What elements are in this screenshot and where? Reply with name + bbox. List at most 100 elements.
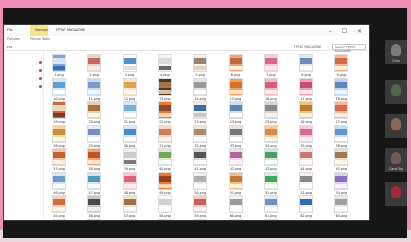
file-thumbnail[interactable]: 38.png [81,148,107,171]
file-thumbnail[interactable]: 55.png [46,195,72,218]
file-thumbnail[interactable]: 24.png [223,101,249,124]
participant-tile[interactable] [385,114,407,138]
file-thumbnail[interactable]: 37.png [46,148,72,171]
thumbnail-band [264,175,277,182]
file-thumbnail[interactable]: 14.png [187,77,213,101]
file-thumbnail[interactable]: 61.png [258,195,284,218]
file-thumbnail[interactable]: 60.png [223,195,249,218]
file-thumbnail[interactable]: 50.png [187,171,213,195]
file-thumbnail[interactable]: 2.png [81,54,107,77]
tab-manage[interactable]: Manage [35,28,48,32]
file-thumbnail[interactable]: 32.png [187,124,213,148]
subtab-pictures[interactable]: Pictures [7,37,20,41]
search-input[interactable]: Search FPTAT MAGAZINE [332,44,366,53]
file-thumbnail[interactable]: 69.png [223,218,249,220]
file-name: 59.png [194,214,206,218]
file-thumbnail[interactable]: 58.png [152,195,178,218]
file-thumbnail[interactable]: 62.png [293,195,319,218]
file-name: 63.png [335,214,348,218]
file-thumbnail[interactable]: 65.png [81,218,107,220]
file-thumbnail[interactable]: 57.png [117,195,143,218]
file-thumbnail[interactable]: 7.png [258,54,284,77]
file-thumbnail[interactable]: 21.png [117,101,143,124]
file-thumbnail[interactable]: 33.png [223,124,249,148]
file-thumbnail[interactable]: 45.png [328,148,354,171]
file-thumbnail[interactable]: 28.png [46,124,72,148]
participant-tile[interactable] [385,182,407,206]
file-thumbnail[interactable]: 6.png [223,54,249,77]
participant-tile[interactable] [385,80,407,104]
file-thumbnail[interactable]: 22.png [152,101,178,124]
participant-tile[interactable]: Carol Bo [385,148,407,172]
file-name: 52.png [265,190,277,195]
thumbnail-image [52,101,66,119]
file-name: 35.png [300,143,312,148]
file-thumbnail[interactable]: 5.png [187,54,213,77]
file-thumbnail[interactable]: 51.png [223,171,249,195]
file-thumbnail[interactable]: 41.png [187,148,213,171]
thumbnail-band [158,81,171,88]
file-thumbnail[interactable]: 16.png [258,77,284,101]
file-thumbnail[interactable]: 49.png [152,171,178,195]
file-thumbnail[interactable]: 15.png [223,77,249,101]
address-bar: ess FPTAT MAGAZINE Search FPTAT MAGAZINE [4,43,369,53]
file-thumbnail[interactable]: 11.png [81,77,107,101]
file-thumbnail[interactable]: 39.png [117,148,143,171]
file-thumbnail[interactable]: 18.png [328,77,354,101]
file-thumbnail[interactable]: 63.png [328,195,354,218]
address-path[interactable]: FPTAT MAGAZINE [294,45,321,49]
file-thumbnail[interactable]: 56.png [81,195,107,218]
file-thumbnail[interactable]: 10.png [46,77,72,101]
file-thumbnail[interactable]: 27.png [328,101,354,124]
file-thumbnail[interactable]: 64.png [46,218,72,220]
file-thumbnail[interactable]: 44.png [293,148,319,171]
file-thumbnail[interactable]: 34.png [258,124,284,148]
file-thumbnail[interactable]: 9.png [328,54,354,77]
file-thumbnail[interactable]: 36.png [328,124,354,148]
file-thumbnail[interactable]: 31.png [152,124,178,148]
ribbon-subtab-bar: Pictures Picture Tools [4,36,369,43]
file-thumbnail[interactable]: 43.png [258,148,284,171]
file-thumbnail[interactable]: 30.png [117,124,143,148]
file-thumbnail[interactable]: 35.png [293,124,319,148]
file-thumbnail[interactable]: 13.png [152,77,178,101]
thumbnail-image [87,101,102,119]
file-thumbnail[interactable]: 3.png [117,54,143,77]
file-thumbnail[interactable]: 29.png [81,124,107,148]
file-name: 42.png [229,167,242,171]
file-thumbnail[interactable]: 19.png [46,101,72,124]
file-thumbnail[interactable]: 23.png [187,101,213,124]
thumbnail-band [158,199,171,205]
thumbnail-band [158,183,171,188]
file-thumbnail[interactable]: 1.png [46,54,72,77]
subtab-picture-tools[interactable]: Picture Tools [30,37,50,41]
file-thumbnail[interactable]: 47.png [81,171,107,195]
file-thumbnail[interactable]: 54.png [328,171,354,195]
file-thumbnail[interactable]: 12.png [117,77,143,101]
file-thumbnail[interactable]: 26.png [293,101,319,124]
window-controls[interactable]: – ☐ ✕ [329,28,366,35]
file-thumbnail[interactable]: 68.png [187,218,213,220]
file-thumbnail[interactable]: 52.png [258,171,284,195]
file-thumbnail[interactable]: 17.png [293,77,319,101]
file-thumbnail[interactable]: 66.png [117,218,143,220]
file-thumbnail[interactable]: 46.png [46,171,72,195]
file-thumbnail[interactable]: 42.png [223,148,249,171]
thumbnail-image [263,171,278,190]
thumbnail-band [335,105,348,111]
file-thumbnail[interactable]: 20.png [81,101,107,124]
thumbnail-band [88,113,101,117]
thumbnail-band [123,175,136,182]
thumbnail-image [228,148,243,166]
participant-tile[interactable]: Chiu [385,40,407,64]
file-thumbnail[interactable]: 70.png [258,218,284,220]
file-thumbnail[interactable]: 25.png [258,101,284,124]
file-thumbnail[interactable]: 48.png [117,171,143,195]
file-thumbnail[interactable]: 8.png [293,54,319,77]
file-thumbnail[interactable]: 4.png [152,54,178,77]
tab-file[interactable]: File [7,28,13,32]
file-thumbnail[interactable]: 53.png [293,171,319,195]
file-thumbnail[interactable]: 59.png [187,195,213,218]
file-thumbnail[interactable]: 40.png [152,148,178,171]
file-thumbnail[interactable]: 67.png [152,218,178,220]
